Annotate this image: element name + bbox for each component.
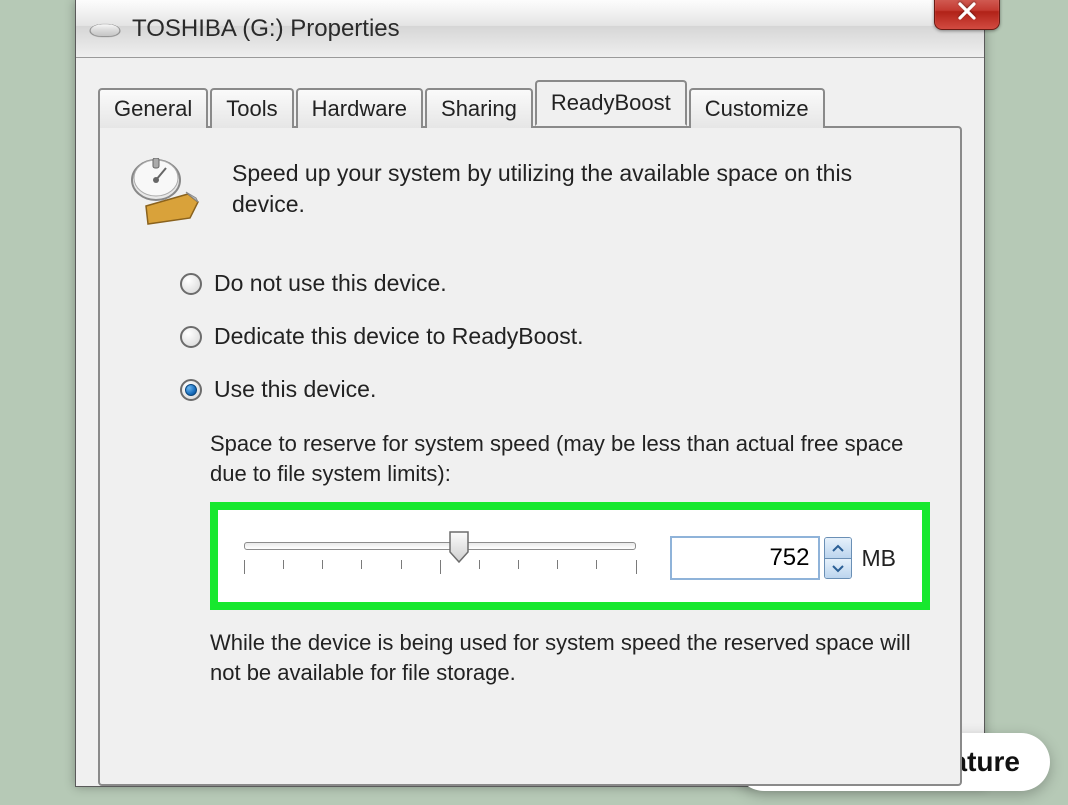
- chevron-up-icon: [832, 544, 844, 552]
- radio-icon: [180, 273, 202, 295]
- radio-group: Do not use this device. Dedicate this de…: [180, 270, 930, 403]
- radio-icon: [180, 379, 202, 401]
- space-unit: MB: [862, 545, 897, 572]
- window-title: TOSHIBA (G:) Properties: [132, 15, 400, 43]
- radio-do-not-use[interactable]: Do not use this device.: [180, 270, 930, 297]
- intro-text: Speed up your system by utilizing the av…: [232, 158, 930, 220]
- chevron-down-icon: [832, 565, 844, 573]
- slider-highlight-box: MB: [210, 502, 930, 610]
- radio-icon: [180, 326, 202, 348]
- space-slider[interactable]: [244, 532, 636, 584]
- slider-ticks: [244, 560, 636, 574]
- tab-panel-readyboost: Speed up your system by utilizing the av…: [98, 126, 962, 786]
- close-icon: [956, 0, 978, 22]
- space-spinner: MB: [670, 536, 897, 580]
- footer-text: While the device is being used for syste…: [210, 628, 930, 687]
- titlebar[interactable]: TOSHIBA (G:) Properties: [76, 0, 984, 58]
- drive-icon: [90, 18, 120, 40]
- radio-label: Dedicate this device to ReadyBoost.: [214, 323, 583, 350]
- client-area: General Tools Hardware Sharing ReadyBoos…: [76, 58, 984, 786]
- close-button[interactable]: [934, 0, 1000, 30]
- radio-label: Do not use this device.: [214, 270, 447, 297]
- tab-tools[interactable]: Tools: [210, 88, 293, 128]
- readyboost-icon: [126, 158, 210, 228]
- space-input[interactable]: [670, 536, 820, 580]
- radio-use-device[interactable]: Use this device.: [180, 376, 930, 403]
- spin-down-button[interactable]: [825, 558, 851, 578]
- slider-track: [244, 542, 636, 550]
- radio-dedicate[interactable]: Dedicate this device to ReadyBoost.: [180, 323, 930, 350]
- reserve-label: Space to reserve for system speed (may b…: [210, 429, 930, 488]
- radio-label: Use this device.: [214, 376, 376, 403]
- tab-customize[interactable]: Customize: [689, 88, 825, 128]
- tab-sharing[interactable]: Sharing: [425, 88, 533, 128]
- tab-readyboost[interactable]: ReadyBoost: [535, 80, 687, 126]
- tab-hardware[interactable]: Hardware: [296, 88, 423, 128]
- spin-up-button[interactable]: [825, 538, 851, 558]
- properties-dialog: TOSHIBA (G:) Properties General Tools Ha…: [75, 0, 985, 787]
- tab-general[interactable]: General: [98, 88, 208, 128]
- slider-thumb[interactable]: [448, 530, 470, 564]
- tab-strip: General Tools Hardware Sharing ReadyBoos…: [98, 80, 962, 126]
